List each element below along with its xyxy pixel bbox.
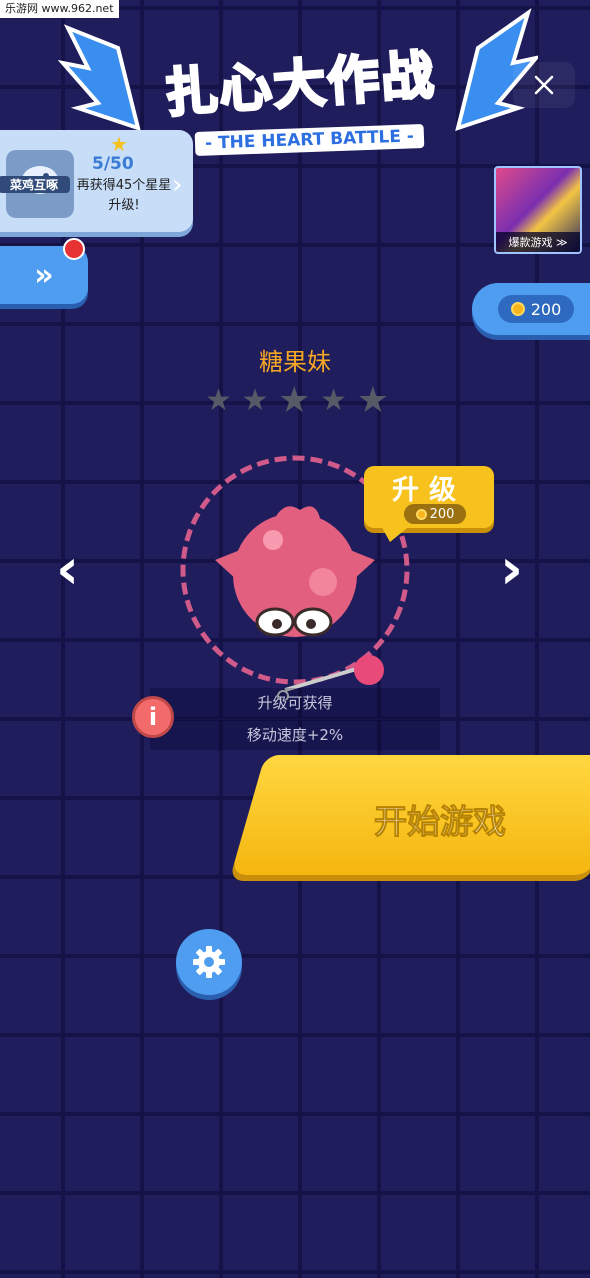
upgrade-label: 升级: [392, 475, 466, 506]
previous-character-arrow[interactable]: ‹: [56, 542, 79, 598]
coin-icon: [415, 508, 427, 520]
character-star-rating: ★ ★ ★ ★ ★: [205, 380, 389, 421]
upgrade-reward-title: 升级可获得: [150, 688, 440, 718]
character-name: 糖果妹: [259, 348, 331, 376]
level-up-message: 再获得45个星星升级!: [76, 178, 172, 213]
notification-dot: [63, 238, 85, 260]
info-icon: i: [148, 703, 158, 731]
upgrade-cost: 200: [404, 504, 466, 524]
star-progress: 5/50: [92, 154, 134, 174]
level-progress-card[interactable]: 菜鸡互啄 ★ 5/50 再获得45个星星升级! ›: [0, 130, 193, 232]
coin-balance: 200: [472, 283, 590, 335]
promo-game-banner[interactable]: 爆款游戏 ≫: [494, 166, 582, 254]
coin-amount: 200: [530, 299, 562, 319]
star-icon: ★: [278, 380, 311, 421]
star-icon: ★: [320, 383, 348, 418]
star-icon: ★: [241, 383, 269, 418]
upgrade-reward-value: 移动速度+2%: [150, 720, 440, 750]
upgrade-bubble-tail: [380, 524, 412, 542]
chevron-right-icon: ›: [500, 537, 524, 602]
coin-icon: [510, 302, 525, 316]
upgrade-cost-amount: 200: [429, 506, 455, 522]
promo-label: 爆款游戏 ≫: [496, 232, 580, 252]
next-character-arrow[interactable]: ›: [500, 542, 523, 598]
gear-icon: [193, 946, 225, 978]
star-icon: ★: [356, 380, 389, 421]
close-button[interactable]: [513, 62, 575, 108]
close-icon: [534, 75, 554, 95]
star-icon: ★: [205, 383, 232, 418]
start-game-label[interactable]: 开始游戏: [310, 795, 570, 843]
star-icon: ★: [110, 132, 128, 156]
coin-display: 200: [498, 295, 574, 323]
settings-button[interactable]: [176, 929, 242, 995]
double-chevron-right-icon: »: [34, 257, 54, 293]
upgrade-button[interactable]: 升级 200: [364, 466, 494, 528]
chevron-right-icon: ›: [172, 170, 183, 200]
chevron-left-icon: ‹: [56, 537, 80, 602]
info-button[interactable]: i: [132, 696, 174, 738]
avatar-rank-label: 菜鸡互啄: [0, 176, 70, 193]
